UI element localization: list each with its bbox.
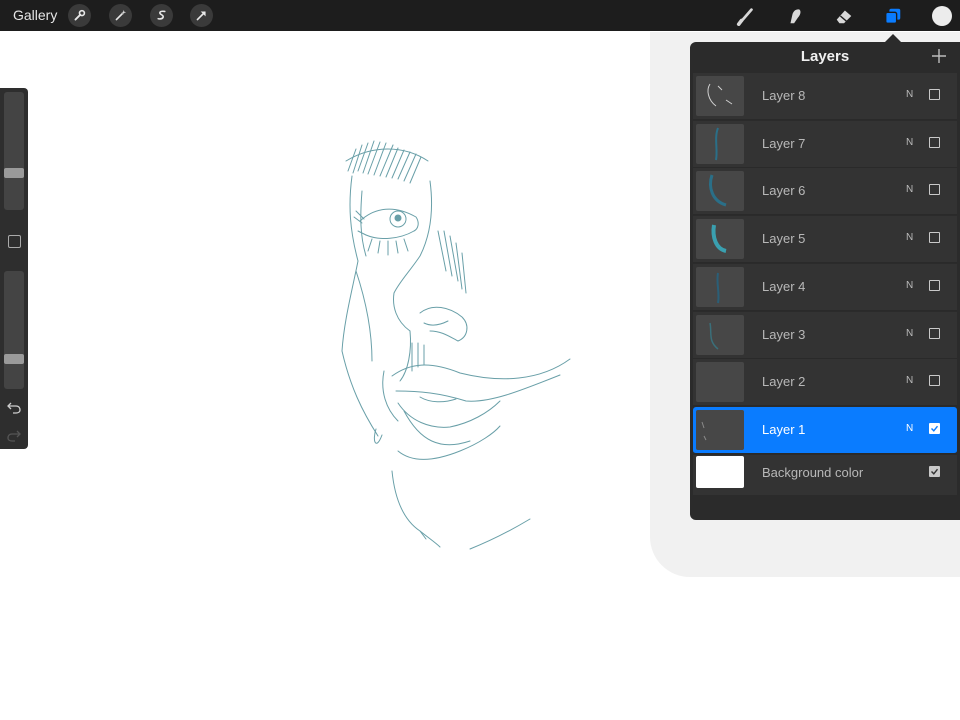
top-toolbar: Gallery bbox=[0, 0, 960, 31]
layer-row[interactable]: Layer 7 N bbox=[693, 120, 957, 168]
layer-thumbnail bbox=[696, 362, 744, 403]
layer-row[interactable]: Layer 8 N bbox=[693, 73, 957, 120]
layer-name: Layer 7 bbox=[762, 135, 806, 151]
redo-icon[interactable] bbox=[7, 428, 21, 442]
visibility-checkbox[interactable] bbox=[929, 279, 940, 291]
brush-icon[interactable] bbox=[735, 5, 757, 27]
eraser-icon[interactable] bbox=[833, 5, 855, 27]
color-picker-button[interactable] bbox=[932, 6, 952, 26]
layer-name: Layer 5 bbox=[762, 231, 806, 247]
visibility-checkbox[interactable] bbox=[929, 232, 940, 244]
layer-name: Layer 4 bbox=[762, 278, 806, 294]
undo-icon[interactable] bbox=[7, 400, 21, 414]
brush-size-slider[interactable] bbox=[4, 92, 24, 210]
layer-name: Layer 2 bbox=[762, 374, 806, 390]
layer-row[interactable]: Layer 4 N bbox=[693, 263, 957, 311]
transform-arrow-icon[interactable] bbox=[190, 4, 213, 27]
background-color-row[interactable]: Background color bbox=[693, 454, 957, 495]
layer-thumbnail bbox=[696, 171, 744, 212]
layer-thumbnail bbox=[696, 314, 744, 355]
blend-mode-button[interactable]: N bbox=[906, 184, 913, 195]
layer-name: Layer 1 bbox=[762, 421, 806, 437]
layer-name: Layer 3 bbox=[762, 326, 806, 342]
blend-mode-button[interactable]: N bbox=[906, 328, 913, 339]
selection-icon[interactable] bbox=[150, 4, 173, 27]
layers-panel-title: Layers bbox=[800, 48, 850, 65]
blend-mode-button[interactable]: N bbox=[906, 423, 913, 434]
layer-row[interactable]: Layer 6 N bbox=[693, 168, 957, 216]
layers-panel: Layers Layer 8 N Layer 7 N Layer 6 N Layer 5NL… bbox=[690, 42, 960, 520]
layer-thumbnail bbox=[696, 266, 744, 307]
layer-thumbnail bbox=[696, 76, 744, 116]
magic-wand-icon[interactable] bbox=[109, 4, 132, 27]
layer-name: Layer 6 bbox=[762, 183, 806, 199]
layers-icon[interactable] bbox=[882, 5, 904, 27]
blend-mode-button[interactable]: N bbox=[906, 375, 913, 386]
layer-thumbnail bbox=[696, 409, 744, 450]
background-color-swatch[interactable] bbox=[696, 455, 744, 488]
opacity-slider[interactable] bbox=[4, 271, 24, 389]
visibility-checkbox[interactable] bbox=[929, 136, 940, 148]
left-sidebar bbox=[0, 88, 28, 449]
modify-square-icon[interactable] bbox=[8, 235, 21, 248]
opacity-thumb[interactable] bbox=[4, 354, 24, 364]
plus-icon[interactable] bbox=[930, 47, 948, 65]
layer-row[interactable]: Layer 5 N bbox=[693, 216, 957, 264]
visibility-checkbox[interactable] bbox=[929, 327, 940, 339]
layer-row[interactable]: Layer 3 N bbox=[693, 311, 957, 359]
blend-mode-button[interactable]: N bbox=[906, 232, 913, 243]
blend-mode-button[interactable]: N bbox=[906, 89, 913, 100]
visibility-checkbox[interactable] bbox=[929, 375, 940, 387]
layer-row[interactable]: Layer 2 N bbox=[693, 359, 957, 407]
visibility-checkbox[interactable] bbox=[929, 465, 940, 477]
smudge-icon[interactable] bbox=[784, 5, 806, 27]
layer-name: Background color bbox=[762, 464, 864, 480]
layer-thumbnail bbox=[696, 123, 744, 164]
blend-mode-button[interactable]: N bbox=[906, 280, 913, 291]
visibility-checkbox[interactable] bbox=[929, 184, 940, 196]
layer-name: Layer 8 bbox=[762, 88, 806, 103]
visibility-checkbox[interactable] bbox=[929, 89, 940, 100]
layer-row[interactable]: Layer 1 N bbox=[693, 406, 957, 454]
visibility-checkbox[interactable] bbox=[929, 422, 940, 434]
layer-thumbnail bbox=[696, 219, 744, 260]
blend-mode-button[interactable]: N bbox=[906, 137, 913, 148]
brush-size-thumb[interactable] bbox=[4, 168, 24, 178]
wrench-icon[interactable] bbox=[68, 4, 91, 27]
gallery-button[interactable]: Gallery bbox=[13, 7, 57, 23]
